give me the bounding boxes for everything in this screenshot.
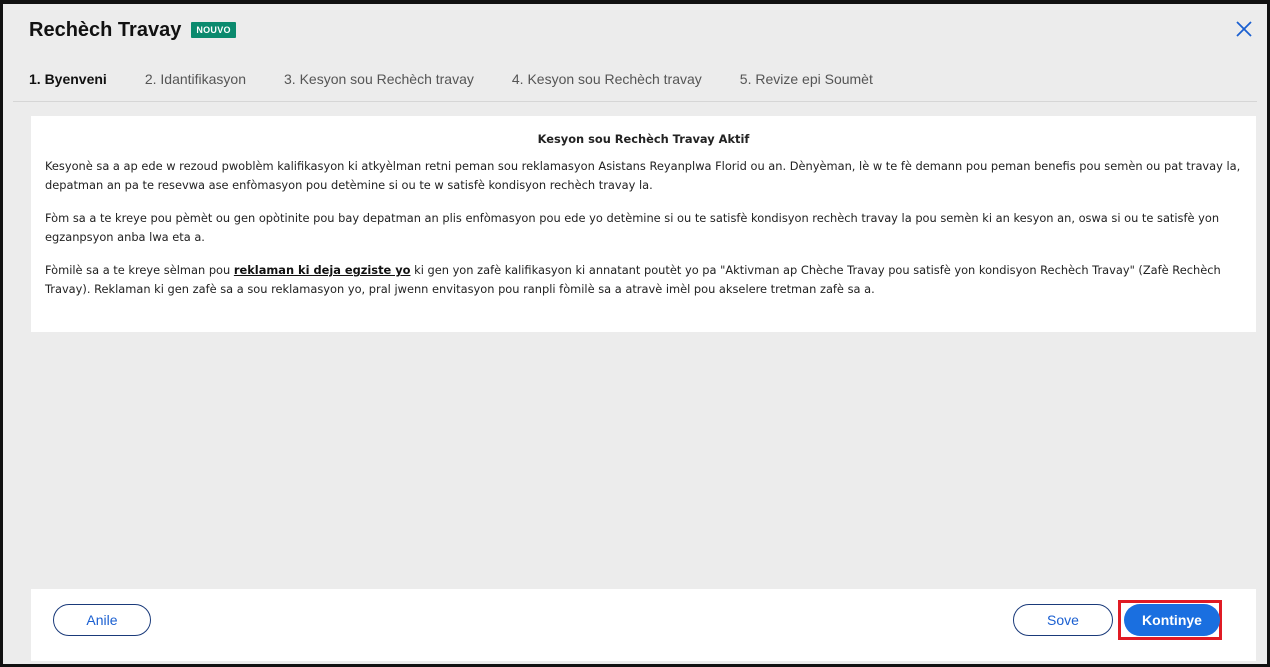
dialog-footer: Anile Sove Kontinye bbox=[31, 589, 1256, 661]
new-badge: NOUVO bbox=[191, 22, 236, 38]
content-paragraph-1: Kesyonè sa a ap ede w rezoud pwoblèm kal… bbox=[45, 159, 1241, 192]
tab-job-search-questions-1[interactable]: 3. Kesyon sou Rechèch travay bbox=[284, 67, 474, 91]
content-heading: Kesyon sou Rechèch Travay Aktif bbox=[537, 132, 750, 146]
content-paragraph-3: Fòmilè sa a te kreye sèlman pou reklaman… bbox=[45, 261, 1242, 299]
paragraph-3-start: Fòmilè sa a te kreye sèlman pou bbox=[45, 263, 234, 277]
dialog-header: Rechèch Travay NOUVO bbox=[13, 8, 1257, 52]
save-button[interactable]: Sove bbox=[1013, 604, 1113, 636]
tab-identification[interactable]: 2. Idantifikasyon bbox=[145, 67, 246, 91]
continue-button[interactable]: Kontinye bbox=[1124, 604, 1220, 636]
content-panel: Kesyon sou Rechèch Travay Aktif Kesyonè … bbox=[31, 116, 1256, 332]
cancel-button[interactable]: Anile bbox=[53, 604, 151, 636]
close-icon[interactable] bbox=[1233, 18, 1255, 40]
dialog-title: Rechèch Travay bbox=[29, 18, 182, 41]
step-tabs: 1. Byenveni 2. Idantifikasyon 3. Kesyon … bbox=[13, 56, 1257, 102]
tab-welcome[interactable]: 1. Byenveni bbox=[29, 67, 107, 91]
dialog-frame: Rechèch Travay NOUVO 1. Byenveni 2. Idan… bbox=[0, 0, 1270, 667]
tab-review-submit[interactable]: 5. Revize epi Soumèt bbox=[740, 67, 873, 91]
tab-job-search-questions-2[interactable]: 4. Kesyon sou Rechèch travay bbox=[512, 67, 702, 91]
content-paragraph-2: Fòm sa a te kreye pou pèmèt ou gen opòti… bbox=[45, 211, 1220, 244]
existing-claimants-link[interactable]: reklaman ki deja egziste yo bbox=[234, 263, 411, 277]
